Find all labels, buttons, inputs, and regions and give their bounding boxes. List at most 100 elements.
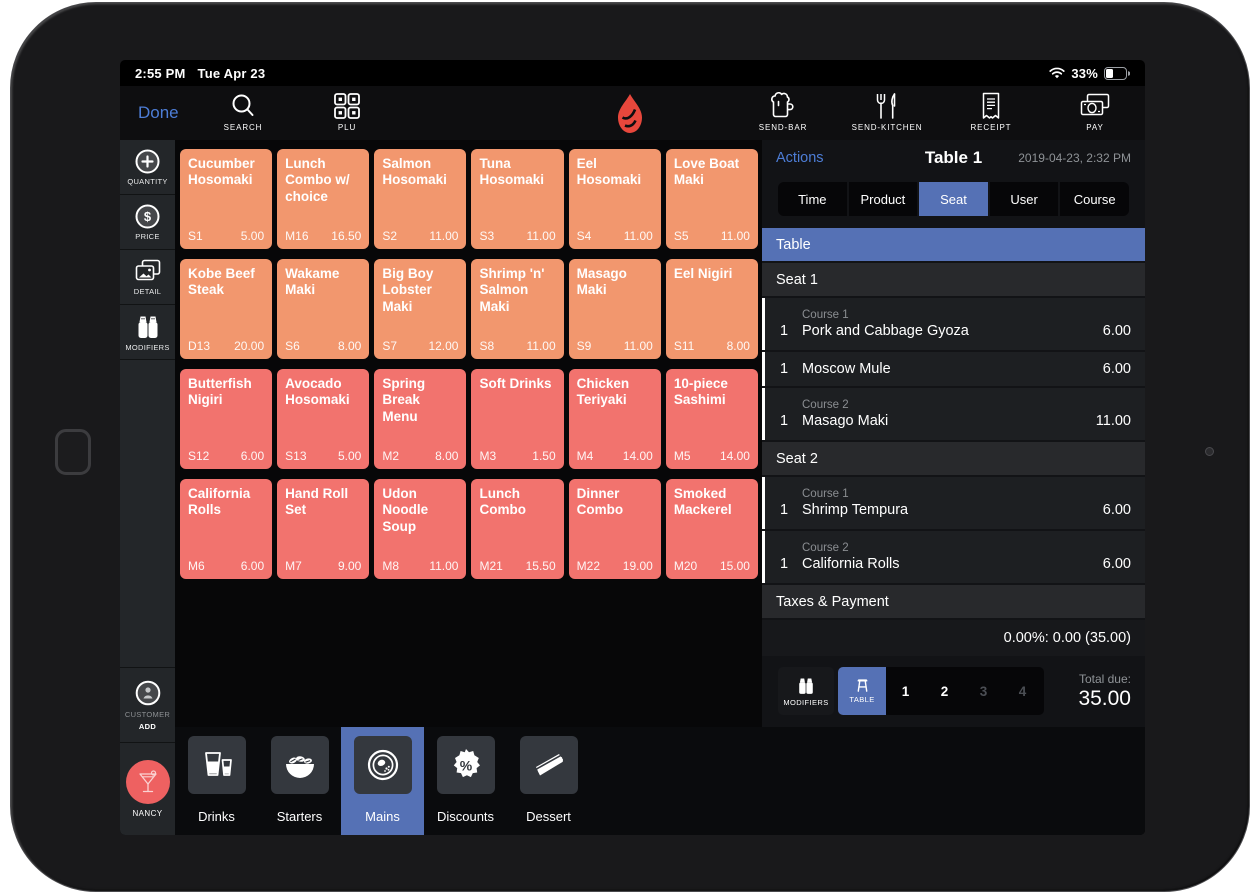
product-tile[interactable]: Eel NigiriS118.00 [666, 259, 758, 359]
tile-price: 11.00 [429, 559, 458, 573]
send-bar-button[interactable]: SEND-BAR [735, 91, 831, 132]
product-tile[interactable]: Wakame MakiS68.00 [277, 259, 369, 359]
taxes-section-header[interactable]: Taxes & Payment [762, 585, 1145, 618]
order-item-row[interactable]: Course 2 1 California Rolls 6.00 [762, 531, 1145, 583]
category-drinks[interactable]: Drinks [175, 727, 258, 835]
detail-button[interactable]: DETAIL [120, 250, 175, 305]
category-discounts[interactable]: % Discounts [424, 727, 507, 835]
salt-pepper-icon [135, 313, 161, 341]
product-tile[interactable]: Avocado HosomakiS135.00 [277, 369, 369, 469]
seat-section-header[interactable]: Seat 1 [762, 263, 1145, 296]
seat-number-1[interactable]: 1 [886, 684, 925, 699]
footer-modifiers-button[interactable]: MODIFIERS [778, 667, 834, 715]
product-tile[interactable]: Cucumber HosomakiS15.00 [180, 149, 272, 249]
mains-icon [354, 736, 412, 794]
product-tile[interactable]: Love Boat MakiS511.00 [666, 149, 758, 249]
seat-number-2[interactable]: 2 [925, 684, 964, 699]
product-tile[interactable]: 10-piece SashimiM514.00 [666, 369, 758, 469]
pay-button[interactable]: PAY [1047, 91, 1143, 132]
product-tile[interactable]: Shrimp 'n' Salmon MakiS811.00 [471, 259, 563, 359]
table-section-header[interactable]: Table [762, 228, 1145, 261]
category-dessert[interactable]: Dessert [507, 727, 590, 835]
tile-price: 12.00 [428, 339, 458, 353]
tile-price: 6.00 [241, 449, 264, 463]
product-tile[interactable]: Dinner ComboM2219.00 [569, 479, 661, 579]
price-button[interactable]: $ PRICE [120, 195, 175, 250]
modifiers-button[interactable]: MODIFIERS [120, 305, 175, 360]
product-tile[interactable]: Masago MakiS911.00 [569, 259, 661, 359]
tile-price: 8.00 [727, 339, 750, 353]
toolbar: Done SEARCH [120, 86, 1145, 140]
product-tile[interactable]: California RollsM66.00 [180, 479, 272, 579]
salt-pepper-icon [796, 676, 816, 696]
tab-user[interactable]: User [990, 182, 1059, 216]
user-name-label: NANCY [132, 809, 162, 818]
product-tile[interactable]: Lunch Combo w/ choiceM1616.50 [277, 149, 369, 249]
tile-price: 9.00 [338, 559, 361, 573]
tile-price: 11.00 [527, 339, 556, 353]
course-label: Course 2 [802, 399, 1131, 411]
plu-grid-icon [334, 91, 360, 121]
category-label: Drinks [198, 809, 235, 824]
order-timestamp: 2019-04-23, 2:32 PM [1018, 151, 1131, 165]
product-tile[interactable]: Butterfish NigiriS126.00 [180, 369, 272, 469]
order-panel-header: Actions Table 1 2019-04-23, 2:32 PM [762, 140, 1145, 176]
order-item-row[interactable]: 1 Moscow Mule 6.00 [762, 352, 1145, 386]
footer-table-button[interactable]: TABLE [838, 667, 886, 715]
tab-course[interactable]: Course [1060, 182, 1129, 216]
tab-time[interactable]: Time [778, 182, 847, 216]
send-kitchen-button[interactable]: SEND-KITCHEN [839, 91, 935, 132]
drinks-icon [188, 736, 246, 794]
tab-product[interactable]: Product [849, 182, 918, 216]
product-tile[interactable]: Chicken TeriyakiM414.00 [569, 369, 661, 469]
customer-label-line1: CUSTOMER [125, 710, 170, 719]
detail-photos-icon [134, 259, 162, 285]
course-label: Course 1 [802, 309, 1131, 321]
product-tile[interactable]: Big Boy Lobster MakiS712.00 [374, 259, 466, 359]
item-qty: 1 [780, 502, 802, 518]
tile-sku: S12 [188, 449, 209, 463]
user-button[interactable]: NANCY [120, 743, 175, 835]
category-starters[interactable]: Starters [258, 727, 341, 835]
order-item-row[interactable]: Course 2 1 Masago Maki 11.00 [762, 388, 1145, 440]
battery-percent: 33% [1071, 66, 1098, 81]
plu-button[interactable]: PLU [299, 91, 395, 132]
order-item-row[interactable]: Course 1 1 Shrimp Tempura 6.00 [762, 477, 1145, 529]
done-button[interactable]: Done [138, 86, 179, 140]
product-tile[interactable]: Udon Noodle SoupM811.00 [374, 479, 466, 579]
seat-selector: 1 2 3 4 [886, 667, 1044, 715]
category-label: Dessert [526, 809, 571, 824]
item-qty: 1 [780, 556, 802, 572]
tile-price: 11.00 [624, 229, 653, 243]
tile-sku: M2 [382, 449, 399, 463]
quantity-button[interactable]: QUANTITY [120, 140, 175, 195]
seat-number-4[interactable]: 4 [1003, 684, 1042, 699]
tile-sku: S11 [674, 339, 694, 353]
product-tile[interactable]: Lunch ComboM2115.50 [471, 479, 563, 579]
product-tile[interactable]: Salmon HosomakiS211.00 [374, 149, 466, 249]
item-name: Masago Maki [802, 413, 1096, 429]
home-button[interactable] [55, 429, 91, 475]
product-tile[interactable]: Spring Break MenuM28.00 [374, 369, 466, 469]
footer-table-label: TABLE [849, 695, 874, 704]
status-time: 2:55 PM [135, 66, 186, 81]
order-item-row[interactable]: Course 1 1 Pork and Cabbage Gyoza 6.00 [762, 298, 1145, 350]
customer-add-button[interactable]: CUSTOMER ADD [120, 667, 175, 743]
tab-seat[interactable]: Seat [919, 182, 988, 216]
receipt-button[interactable]: RECEIPT [943, 91, 1039, 132]
product-tile[interactable]: Smoked MackerelM2015.00 [666, 479, 758, 579]
search-button[interactable]: SEARCH [195, 91, 291, 132]
product-tile[interactable]: Eel HosomakiS411.00 [569, 149, 661, 249]
product-tile[interactable]: Hand Roll SetM79.00 [277, 479, 369, 579]
order-panel: Actions Table 1 2019-04-23, 2:32 PM Time… [762, 140, 1145, 727]
item-qty: 1 [780, 361, 802, 377]
product-tile[interactable]: Soft DrinksM31.50 [471, 369, 563, 469]
category-mains[interactable]: Mains [341, 727, 424, 835]
seat-section-header[interactable]: Seat 2 [762, 442, 1145, 475]
product-tile[interactable]: Tuna HosomakiS311.00 [471, 149, 563, 249]
product-tile[interactable]: Kobe Beef SteakD1320.00 [180, 259, 272, 359]
tile-sku: M21 [479, 559, 502, 573]
product-grid: Cucumber HosomakiS15.00 Lunch Combo w/ c… [175, 140, 762, 727]
seat-number-3[interactable]: 3 [964, 684, 1003, 699]
order-view-tabs: Time Product Seat User Course [778, 182, 1129, 216]
